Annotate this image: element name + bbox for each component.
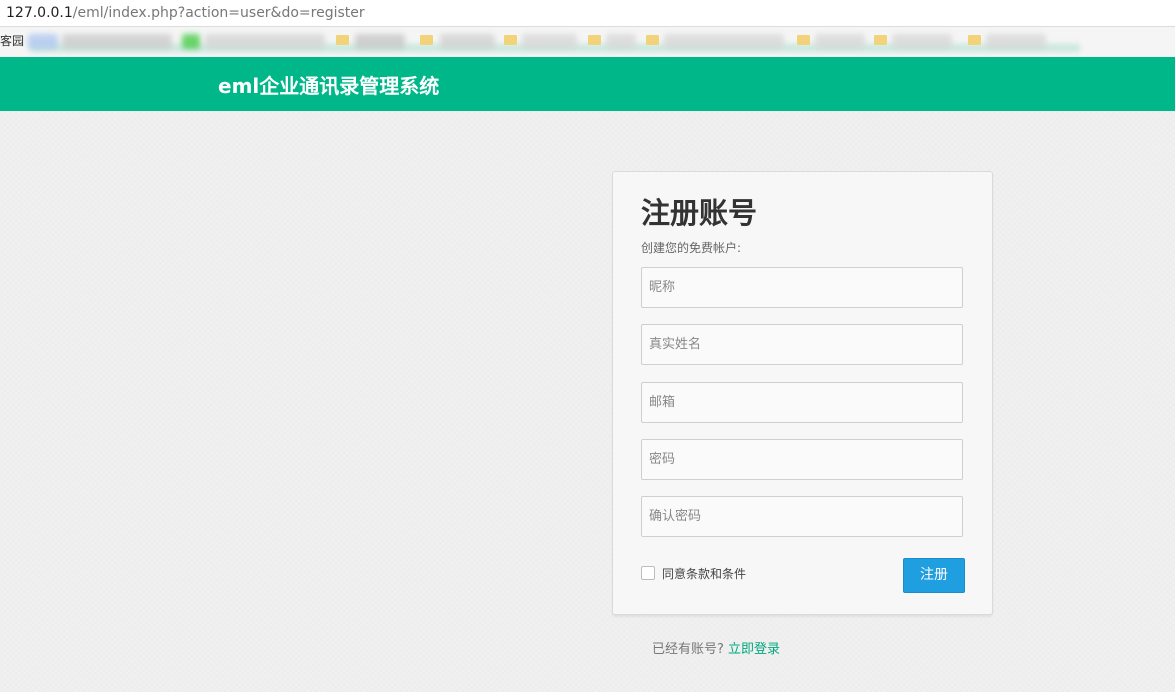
bookmark-blurred-item[interactable] xyxy=(28,34,58,49)
address-path: /eml/index.php?action=user&do=register xyxy=(72,5,365,21)
register-submit-button[interactable]: 注册 xyxy=(903,558,965,593)
agree-terms-label[interactable]: 同意条款和条件 xyxy=(662,565,746,582)
agree-terms-row[interactable]: 同意条款和条件 xyxy=(641,565,746,581)
bookmark-folder-icon[interactable] xyxy=(588,35,601,45)
bookmark-blurred-item[interactable] xyxy=(440,34,495,49)
agree-terms-checkbox[interactable] xyxy=(641,566,655,580)
register-title: 注册账号 xyxy=(641,196,758,230)
bookmark-folder-icon[interactable] xyxy=(874,35,887,45)
bookmark-folder-icon[interactable] xyxy=(968,35,981,45)
bookmark-folder-icon[interactable] xyxy=(646,35,659,45)
bookmark-folder-icon[interactable] xyxy=(504,35,517,45)
email-input[interactable] xyxy=(641,382,963,423)
site-header: eml企业通讯录管理系统 xyxy=(0,57,1175,111)
bookmark-folder-icon[interactable] xyxy=(797,35,810,45)
bookmark-blurred-item[interactable] xyxy=(815,34,865,49)
address-bar[interactable]: 127.0.0.1/eml/index.php?action=user&do=r… xyxy=(0,0,1175,27)
bookmarks-bar: 客园 xyxy=(0,27,1175,57)
bookmark-folder-icon[interactable] xyxy=(336,35,349,45)
login-prompt-text: 已经有账号? xyxy=(652,642,724,657)
bookmark-blurred-item[interactable] xyxy=(62,34,172,49)
bookmark-blurred-item[interactable] xyxy=(182,34,200,49)
address-host: 127.0.0.1 xyxy=(6,5,73,21)
register-form-card: 注册账号 创建您的免费帐户: 同意条款和条件 注册 xyxy=(612,171,993,615)
nickname-input[interactable] xyxy=(641,267,963,308)
realname-input[interactable] xyxy=(641,324,963,365)
register-subtitle: 创建您的免费帐户: xyxy=(641,241,742,255)
bookmark-blurred-item[interactable] xyxy=(205,34,325,49)
password-input[interactable] xyxy=(641,439,963,480)
bookmark-blurred-item[interactable] xyxy=(522,34,577,49)
bookmark-folder-icon[interactable] xyxy=(420,35,433,45)
bookmark-blurred-item[interactable] xyxy=(606,34,636,49)
bookmark-blurred-item[interactable] xyxy=(892,34,952,49)
bookmark-blurred-item[interactable] xyxy=(355,34,405,49)
login-now-link[interactable]: 立即登录 xyxy=(728,642,780,657)
bookmark-blurred-item[interactable] xyxy=(664,34,784,49)
page-background xyxy=(0,111,1175,692)
bookmark-blurred-item[interactable] xyxy=(986,34,1046,49)
site-title[interactable]: eml企业通讯录管理系统 xyxy=(218,70,439,99)
bookmark-partial-label[interactable]: 客园 xyxy=(0,27,24,55)
confirm-password-input[interactable] xyxy=(641,496,963,537)
login-prompt: 已经有账号? 立即登录 xyxy=(652,638,780,657)
